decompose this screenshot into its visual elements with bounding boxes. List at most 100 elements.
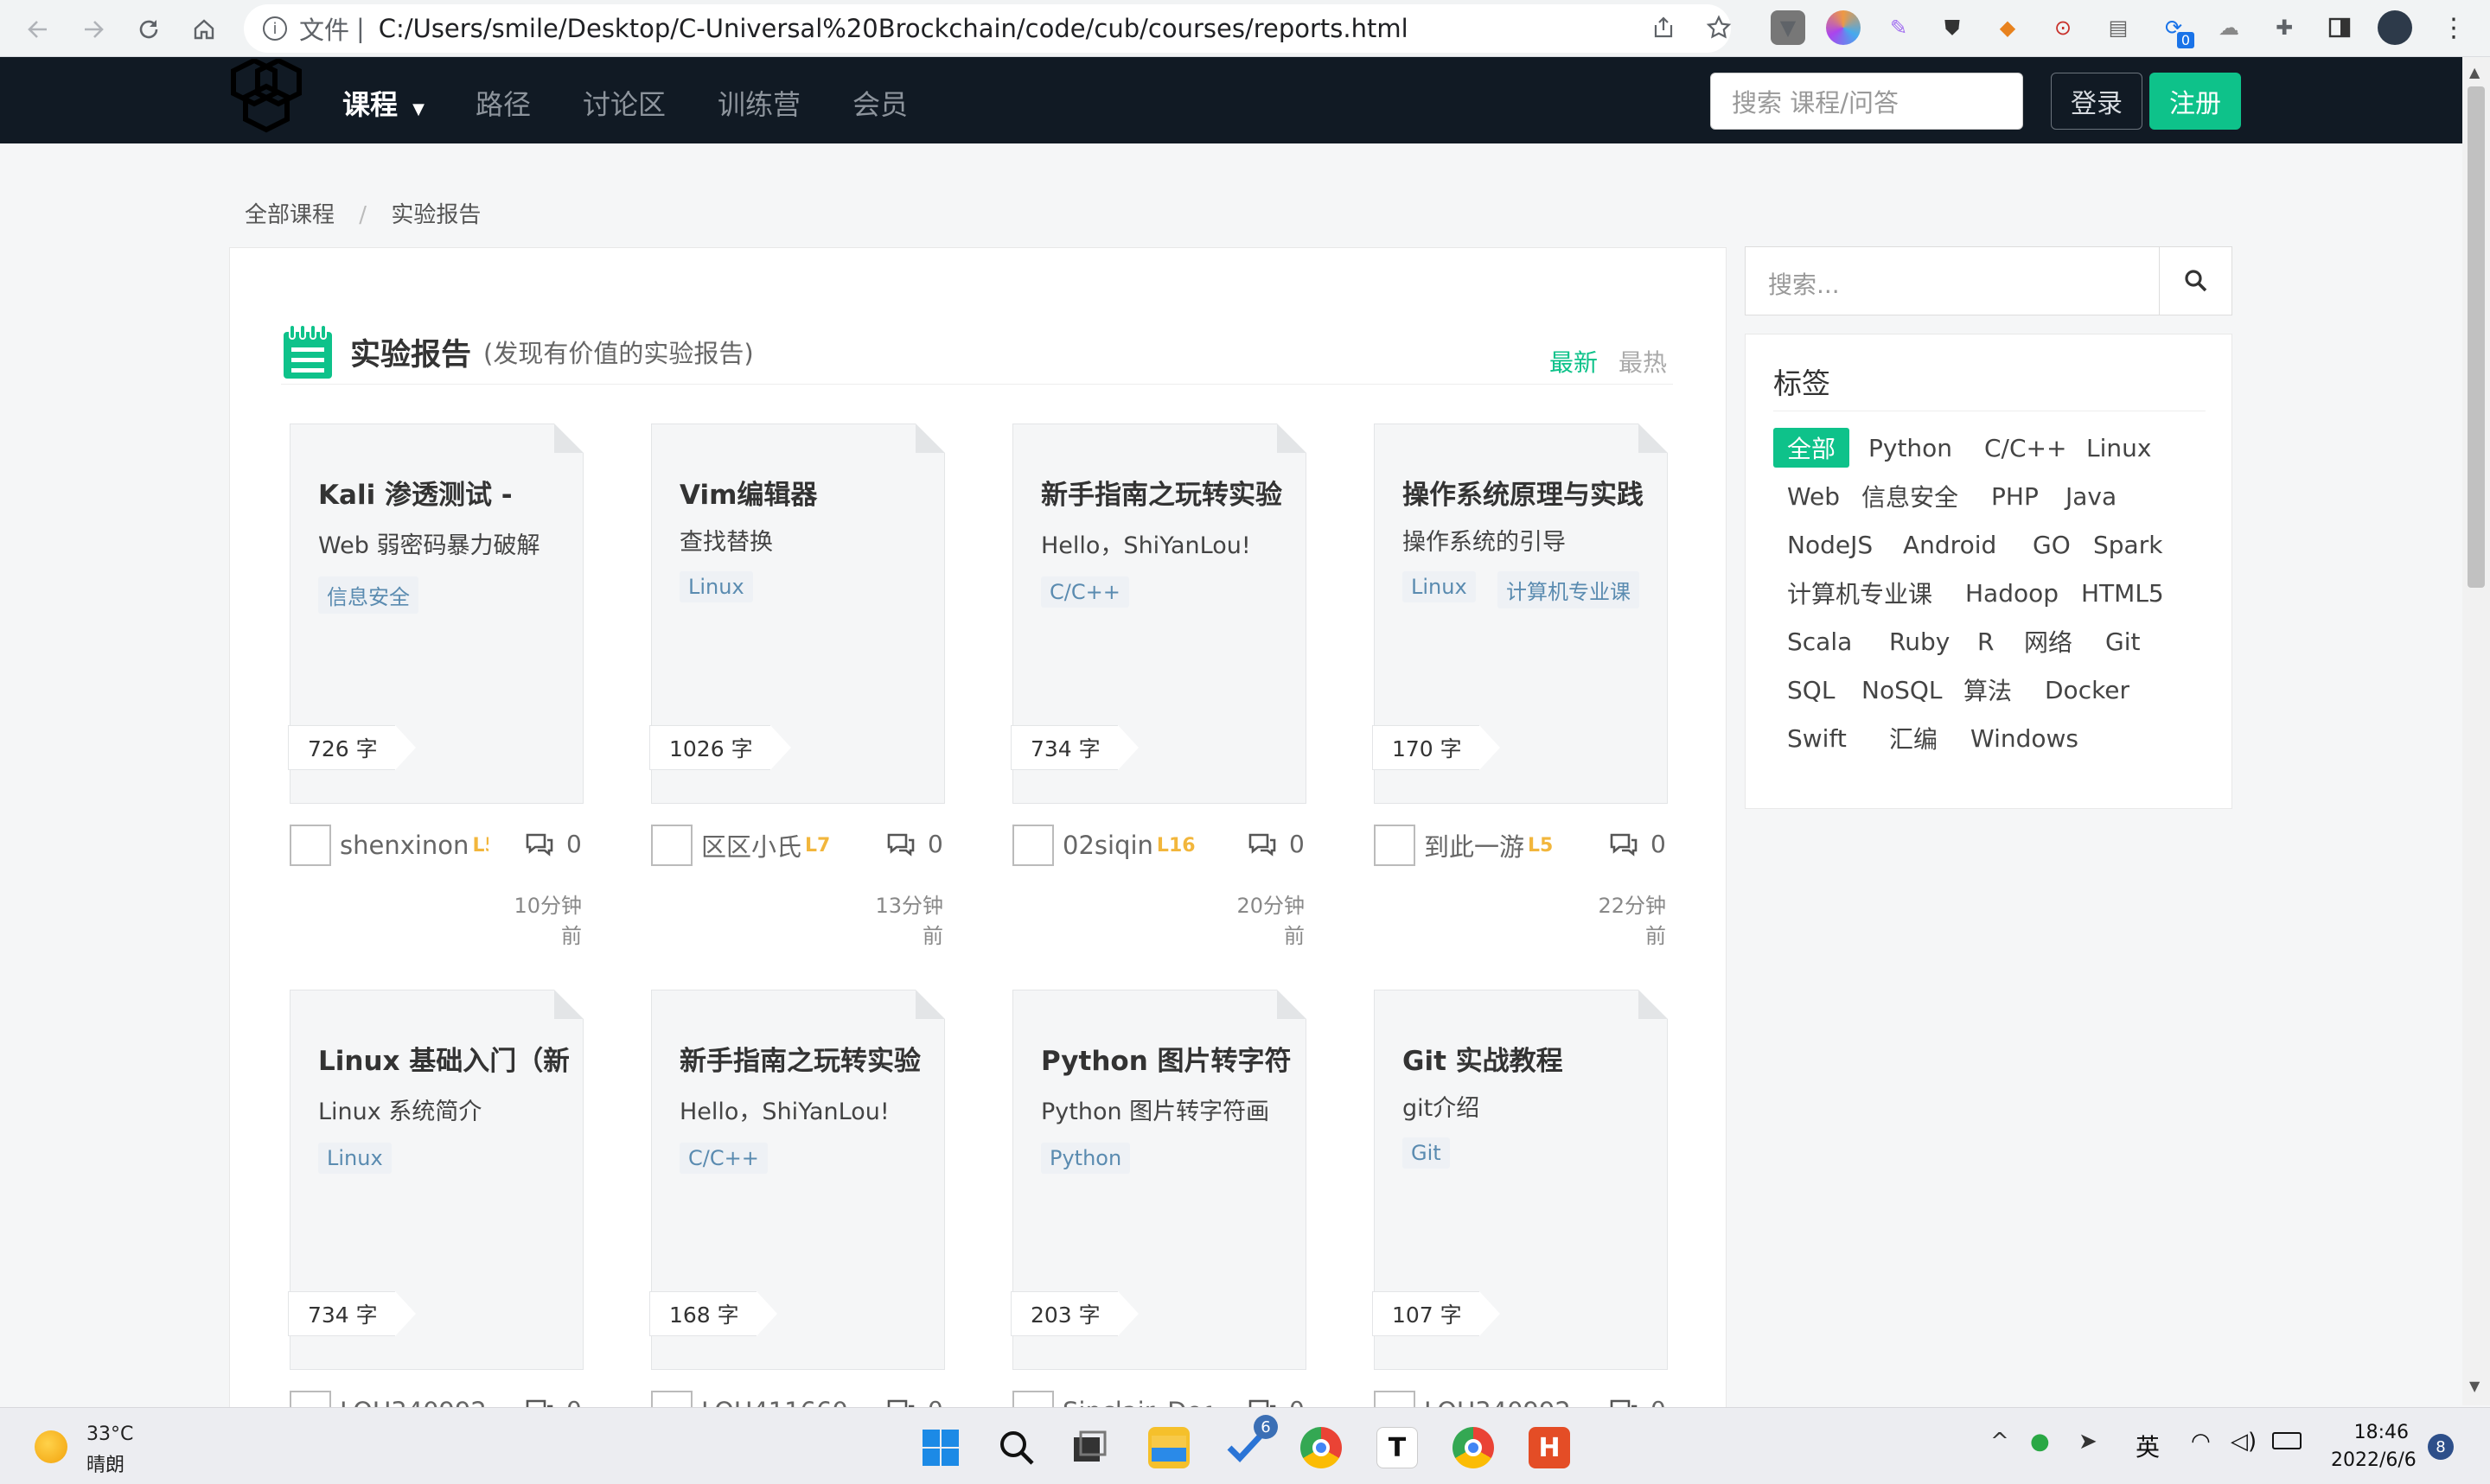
typora-icon[interactable]: T [1376, 1427, 1418, 1468]
report-card[interactable]: Linux 基础入门（新 Linux 系统简介 Linux 734 字 [288, 990, 584, 1370]
chrome-active-icon[interactable] [1452, 1427, 1494, 1468]
sidebar-tag[interactable]: 计算机专业课 [1773, 573, 1946, 613]
page-scrollbar[interactable]: ▲ ▼ [2462, 57, 2490, 1405]
file-explorer-icon[interactable] [1148, 1427, 1190, 1468]
register-button[interactable]: 注册 [2149, 73, 2241, 130]
record-extension-icon[interactable]: ⊙ [2046, 10, 2080, 45]
search-taskbar-icon[interactable] [996, 1427, 1038, 1468]
report-tag[interactable]: Python [1041, 1143, 1131, 1174]
profile-avatar[interactable] [2378, 10, 2412, 45]
report-tag[interactable]: Linux [318, 1143, 392, 1174]
comment-count[interactable]: 0 [886, 830, 943, 858]
ime-indicator[interactable]: 英 [2136, 1429, 2160, 1463]
report-title[interactable]: Python 图片转字符 [1041, 1039, 1292, 1078]
sidebar-search-button[interactable] [2159, 247, 2231, 315]
notification-badge[interactable]: 8 [2428, 1434, 2454, 1460]
avatar[interactable] [290, 825, 331, 866]
sync-extension-icon[interactable]: ⟳ 0 [2156, 10, 2194, 48]
wifi-icon[interactable]: ◠ [2191, 1429, 2211, 1455]
report-author[interactable]: shenxinon L5 [290, 825, 488, 866]
sidebar-tag[interactable]: SQL [1773, 670, 1848, 710]
nav-courses-dropdown[interactable]: 课程 ▼ [342, 83, 425, 123]
download-extension-icon[interactable]: ▼ [1771, 10, 1805, 45]
scroll-down-arrow[interactable]: ▼ [2469, 1378, 2480, 1394]
wechat-tray-icon[interactable]: ● [2030, 1429, 2050, 1455]
sidebar-tag[interactable]: Hadoop [1951, 573, 2072, 613]
forward-icon[interactable] [71, 7, 116, 52]
sidebar-tag[interactable]: Windows [1957, 718, 2092, 758]
html5-app-icon[interactable]: H [1529, 1427, 1570, 1468]
sidebar-tag[interactable]: 全部 [1773, 428, 1850, 468]
report-title[interactable]: Kali 渗透测试 - [318, 473, 569, 512]
report-title[interactable]: 操作系统原理与实践 [1402, 473, 1653, 512]
report-tag[interactable]: 计算机专业课 [1497, 571, 1639, 608]
sidebar-tag[interactable]: Linux [2072, 428, 2165, 468]
info-icon[interactable]: i [263, 16, 287, 41]
report-tag[interactable]: Linux [680, 571, 753, 602]
avatar[interactable] [1012, 825, 1054, 866]
sidebar-tag[interactable]: HTML5 [2067, 573, 2178, 613]
report-tag[interactable]: C/C++ [1041, 576, 1129, 608]
author-name[interactable]: 到此一游 [1424, 827, 1524, 863]
todo-app-icon[interactable]: 6 [1224, 1415, 1278, 1468]
sidebar-tag[interactable]: 网络 [2010, 621, 2086, 661]
menu-kebab-icon[interactable]: ⋮ [2436, 10, 2471, 45]
location-tray-icon[interactable]: ➤ [2078, 1429, 2097, 1455]
sidebar-tag[interactable]: NodeJS [1773, 525, 1887, 564]
author-name[interactable]: 区区小氏 [701, 827, 801, 863]
nav-paths[interactable]: 路径 [476, 83, 531, 123]
nav-search-input[interactable]: 搜索 课程/问答 [1710, 73, 2023, 130]
side-panel-icon[interactable] [2322, 10, 2357, 45]
sort-newest[interactable]: 最新 [1549, 344, 1598, 379]
sidebar-tag[interactable]: Scala [1773, 621, 1866, 661]
sidebar-tag[interactable]: Web [1773, 476, 1854, 516]
report-tag[interactable]: 信息安全 [318, 576, 418, 614]
sidebar-tag[interactable]: Git [2091, 621, 2154, 661]
report-card[interactable]: Python 图片转字符 Python 图片转字符画 Python 203 字 [1011, 990, 1306, 1370]
report-card[interactable]: Vim编辑器 查找替换 Linux 1026 字 [649, 424, 945, 804]
report-card[interactable]: 操作系统原理与实践 操作系统的引导 Linux 计算机专业课 170 字 [1372, 424, 1668, 804]
cloud-extension-icon[interactable]: ☁ [2212, 10, 2246, 45]
clock-time[interactable]: 18:46 [2331, 1422, 2409, 1443]
sidebar-tag[interactable]: C/C++ [1970, 428, 2080, 468]
home-icon[interactable] [182, 7, 227, 52]
reader-extension-icon[interactable]: ▤ [2101, 10, 2136, 45]
login-button[interactable]: 登录 [2051, 73, 2142, 130]
sidebar-tag[interactable]: Java [2052, 476, 2130, 516]
sidebar-tag[interactable]: 汇编 [1875, 718, 1951, 758]
sidebar-tag[interactable]: GO [2019, 525, 2085, 564]
metamask-fox-icon[interactable]: ◆ [1990, 10, 2025, 45]
sidebar-tag[interactable]: Android [1889, 525, 2010, 564]
author-name[interactable]: shenxinon [340, 831, 469, 860]
back-icon[interactable] [16, 7, 61, 52]
nav-membership[interactable]: 会员 [852, 83, 908, 123]
report-tag[interactable]: Linux [1402, 571, 1476, 602]
report-author[interactable]: 到此一游 L5 [1374, 825, 1573, 866]
volume-icon[interactable]: ◁) [2231, 1429, 2257, 1455]
chrome-icon[interactable] [1300, 1427, 1342, 1468]
sidebar-tag[interactable]: 信息安全 [1848, 476, 1972, 516]
sort-hottest[interactable]: 最热 [1618, 344, 1667, 379]
reload-icon[interactable] [126, 7, 171, 52]
scroll-up-arrow[interactable]: ▲ [2469, 64, 2480, 80]
report-author[interactable]: 02siqin L16 [1012, 825, 1211, 866]
sidebar-tag[interactable]: Python [1855, 428, 1966, 468]
report-tag[interactable]: Git [1402, 1137, 1450, 1169]
sidebar-search-input[interactable]: 搜索... [1768, 266, 1840, 301]
bookmark-star-icon[interactable] [1702, 10, 1736, 45]
battery-icon[interactable] [2272, 1432, 2302, 1449]
nav-forum[interactable]: 讨论区 [583, 83, 666, 123]
report-card[interactable]: Git 实战教程 git介绍 Git 107 字 [1372, 990, 1668, 1370]
start-windows-icon[interactable] [920, 1427, 961, 1468]
comment-count[interactable]: 0 [1248, 830, 1305, 858]
address-bar[interactable]: i 文件 | C:/Users/smile/Desktop/C-Universa… [244, 4, 1731, 53]
task-view-icon[interactable] [1069, 1427, 1110, 1468]
report-title[interactable]: 新手指南之玩转实验 [680, 1039, 930, 1078]
author-name[interactable]: 02siqin [1063, 831, 1153, 860]
sidebar-tag[interactable]: Swift [1773, 718, 1861, 758]
avatar[interactable] [1374, 825, 1415, 866]
report-card[interactable]: Kali 渗透测试 - Web 弱密码暴力破解 信息安全 726 字 [288, 424, 584, 804]
share-icon[interactable] [1646, 10, 1681, 45]
puzzle-extensions-icon[interactable]: ✚ [2267, 10, 2302, 45]
sidebar-tag[interactable]: Spark [2079, 525, 2176, 564]
